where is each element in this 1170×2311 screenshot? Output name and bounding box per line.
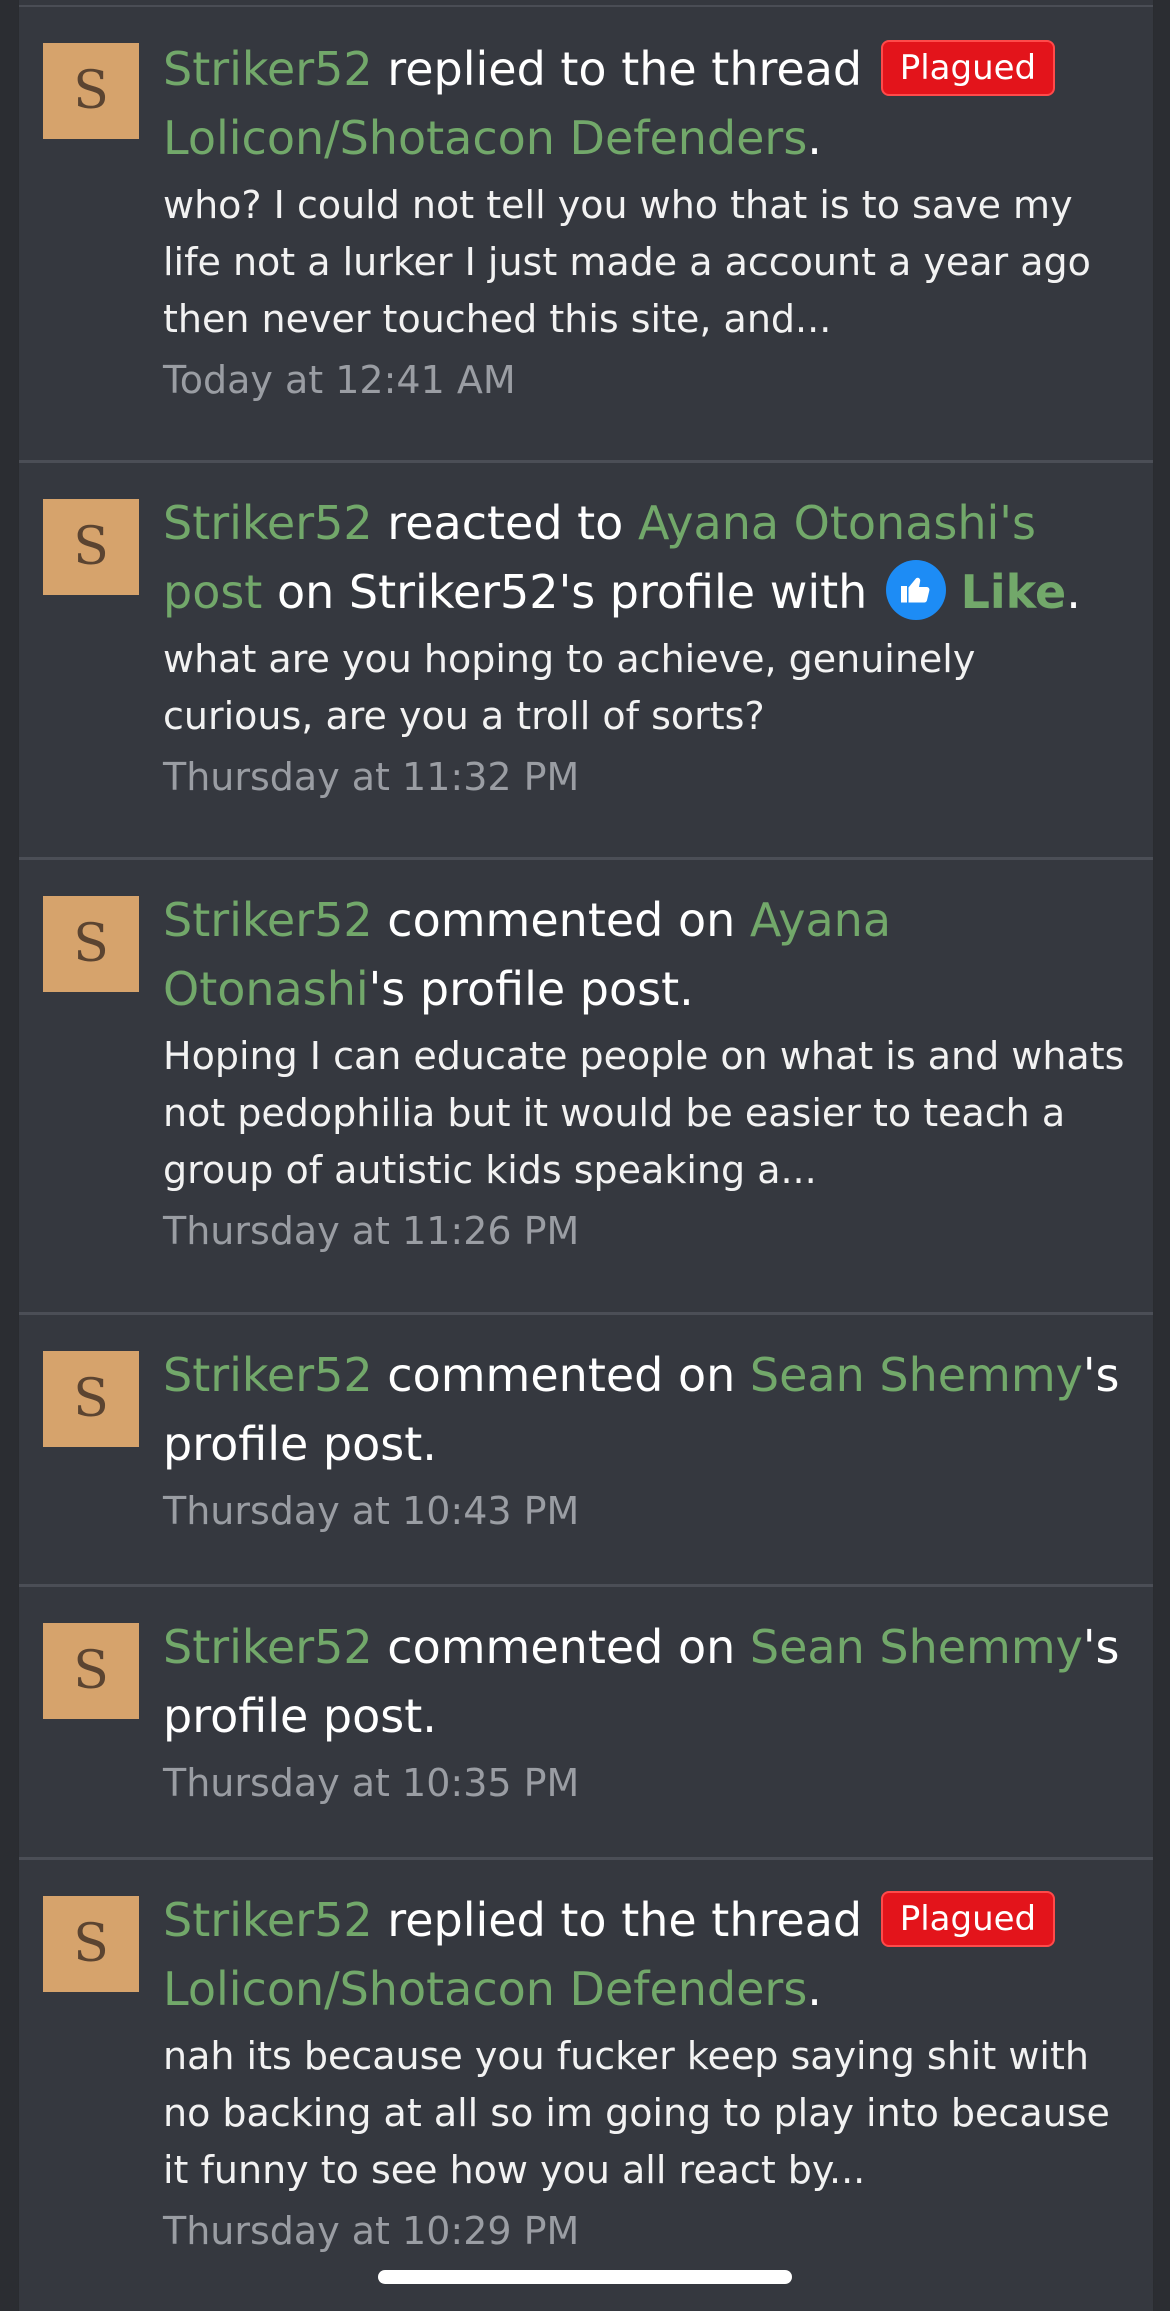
thread-prefix-badge: Plagued xyxy=(880,40,1056,96)
timestamp[interactable]: Today at 12:41 AM xyxy=(163,352,1129,409)
user-link[interactable]: Striker52 xyxy=(163,1348,373,1402)
avatar[interactable]: S xyxy=(43,1623,139,1719)
post-snippet[interactable]: who? I could not tell you who that is to… xyxy=(163,177,1129,348)
post-snippet[interactable]: Hoping I can educate people on what is a… xyxy=(163,1028,1129,1199)
user-link[interactable]: Striker52 xyxy=(163,496,373,550)
divider xyxy=(19,0,1153,7)
action-text: commented on xyxy=(372,1348,750,1402)
user-link[interactable]: Striker52 xyxy=(163,42,373,96)
timestamp[interactable]: Thursday at 11:32 PM xyxy=(163,749,1129,806)
activity-feed: S Striker52 replied to the thread Plague… xyxy=(18,0,1154,2311)
timestamp[interactable]: Thursday at 10:43 PM xyxy=(163,1483,1129,1540)
feed-item: S Striker52 commented on Sean Shemmy's p… xyxy=(19,1587,1153,1860)
post-snippet[interactable]: nah its because you fucker keep saying s… xyxy=(163,2028,1129,2199)
feed-item: S Striker52 commented on Sean Shemmy's p… xyxy=(19,1315,1153,1587)
feed-item-headline: Striker52 replied to the thread Plagued … xyxy=(163,1886,1129,2024)
post-snippet[interactable]: what are you hoping to achieve, genuinel… xyxy=(163,631,1129,745)
avatar[interactable]: S xyxy=(43,499,139,595)
thread-link[interactable]: Lolicon/Shotacon Defenders xyxy=(163,111,807,165)
middle-text: on Striker52's profile with xyxy=(262,565,882,619)
feed-item-headline: Striker52 commented on Sean Shemmy's pro… xyxy=(163,1613,1129,1751)
user-link[interactable]: Striker52 xyxy=(163,1620,373,1674)
thumbs-up-icon xyxy=(885,560,946,620)
avatar[interactable]: S xyxy=(43,1351,139,1447)
user-link[interactable]: Striker52 xyxy=(163,1893,373,1947)
avatar[interactable]: S xyxy=(43,43,139,139)
timestamp[interactable]: Thursday at 10:35 PM xyxy=(163,1755,1129,1812)
timestamp[interactable]: Thursday at 10:29 PM xyxy=(163,2203,1129,2260)
feed-item: S Striker52 reacted to Ayana Otonashi's … xyxy=(19,463,1153,860)
feed-item-headline: Striker52 commented on Ayana Otonashi's … xyxy=(163,886,1129,1024)
feed-item: S Striker52 replied to the thread Plague… xyxy=(19,1860,1153,2310)
action-text: replied to the thread xyxy=(372,42,877,96)
suffix-text: . xyxy=(807,1962,822,2016)
action-text: reacted to xyxy=(372,496,638,550)
reaction-label: Like xyxy=(960,565,1067,619)
user-link[interactable]: Striker52 xyxy=(163,893,373,947)
thread-link[interactable]: Lolicon/Shotacon Defenders xyxy=(163,1962,807,2016)
feed-item: S Striker52 commented on Ayana Otonashi'… xyxy=(19,860,1153,1315)
feed-item-headline: Striker52 replied to the thread Plagued … xyxy=(163,35,1129,173)
action-text: commented on xyxy=(372,893,750,947)
suffix-text: . xyxy=(807,111,822,165)
suffix-text: . xyxy=(1066,565,1081,619)
feed-item: S Striker52 replied to the thread Plague… xyxy=(19,7,1153,463)
suffix-text: 's profile post. xyxy=(368,962,694,1016)
action-text: replied to the thread xyxy=(372,1893,877,1947)
profile-link[interactable]: Sean Shemmy xyxy=(750,1620,1083,1674)
avatar[interactable]: S xyxy=(43,896,139,992)
action-text: commented on xyxy=(372,1620,750,1674)
avatar[interactable]: S xyxy=(43,1896,139,1992)
feed-item-headline: Striker52 reacted to Ayana Otonashi's po… xyxy=(163,489,1129,627)
feed-item-headline: Striker52 commented on Sean Shemmy's pro… xyxy=(163,1341,1129,1479)
profile-link[interactable]: Sean Shemmy xyxy=(750,1348,1083,1402)
home-indicator[interactable] xyxy=(378,2270,792,2284)
thread-prefix-badge: Plagued xyxy=(880,1891,1056,1947)
timestamp[interactable]: Thursday at 11:26 PM xyxy=(163,1203,1129,1260)
